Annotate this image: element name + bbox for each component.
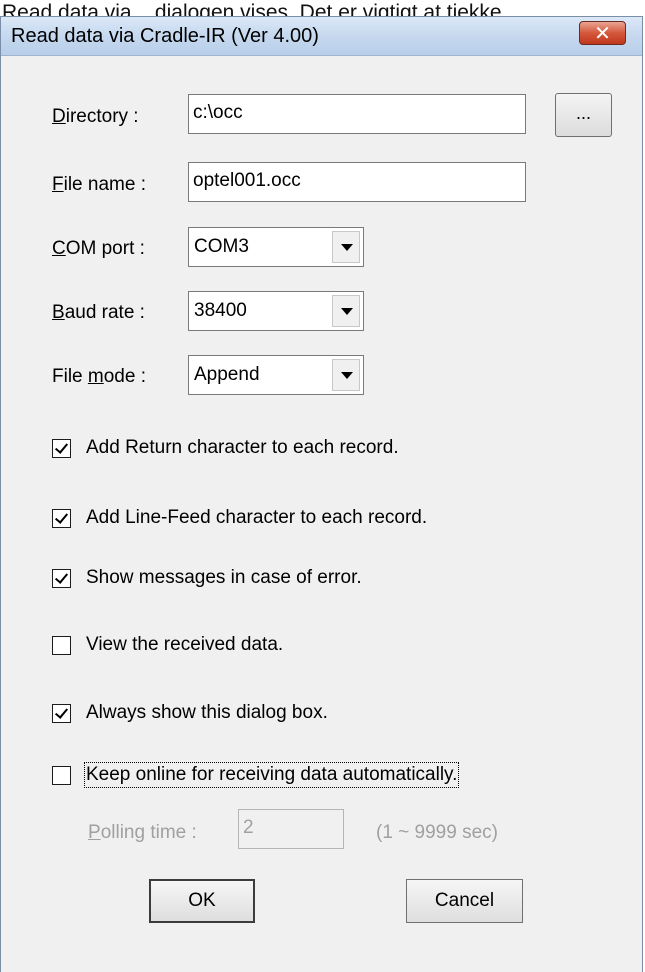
com-port-value: COM3 [194, 236, 249, 257]
directory-label: Directory : [52, 106, 139, 127]
checkbox-unchecked-icon[interactable] [52, 636, 71, 655]
checkbox-label: View the received data. [86, 634, 284, 655]
checkbox-label: Always show this dialog box. [86, 702, 328, 723]
checkbox-checked-icon[interactable] [52, 704, 71, 723]
file-name-label: File name : [52, 174, 146, 195]
baud-rate-value: 38400 [194, 300, 247, 321]
polling-time-input[interactable]: 2 [238, 809, 344, 849]
baud-rate-label: Baud rate : [52, 302, 145, 323]
ok-button[interactable]: OK [149, 879, 255, 923]
close-icon: ✕ [594, 21, 611, 45]
com-port-label: COM port : [52, 238, 145, 259]
browse-button[interactable]: ... [555, 93, 612, 137]
checkbox-label: Add Return character to each record. [86, 437, 399, 458]
file-mode-select[interactable]: Append [188, 355, 364, 395]
checkbox-label: Add Line-Feed character to each record. [86, 507, 428, 528]
directory-input[interactable]: c:\occ [188, 94, 526, 134]
file-mode-value: Append [194, 364, 260, 385]
polling-range-label: (1 ~ 9999 sec) [376, 822, 498, 843]
chevron-down-icon[interactable] [332, 295, 360, 327]
title-bar[interactable]: Read data via Cradle-IR (Ver 4.00) ✕ [1, 17, 642, 56]
checkbox-label: Keep online for receiving data automatic… [83, 762, 460, 788]
checkbox-checked-icon[interactable] [52, 439, 71, 458]
polling-time-label: Polling time : [88, 822, 197, 843]
checkbox-label: Show messages in case of error. [86, 567, 362, 588]
close-button[interactable]: ✕ [579, 21, 626, 45]
cancel-button[interactable]: Cancel [406, 879, 523, 923]
file-name-input[interactable]: optel001.occ [188, 162, 526, 202]
chevron-down-icon[interactable] [332, 231, 360, 263]
checkbox-unchecked-icon[interactable] [52, 766, 71, 785]
window-title: Read data via Cradle-IR (Ver 4.00) [11, 25, 319, 47]
checkbox-checked-icon[interactable] [52, 509, 71, 528]
com-port-select[interactable]: COM3 [188, 227, 364, 267]
file-mode-label: File mode : [52, 366, 146, 387]
chevron-down-icon[interactable] [332, 359, 360, 391]
baud-rate-select[interactable]: 38400 [188, 291, 364, 331]
checkbox-checked-icon[interactable] [52, 569, 71, 588]
